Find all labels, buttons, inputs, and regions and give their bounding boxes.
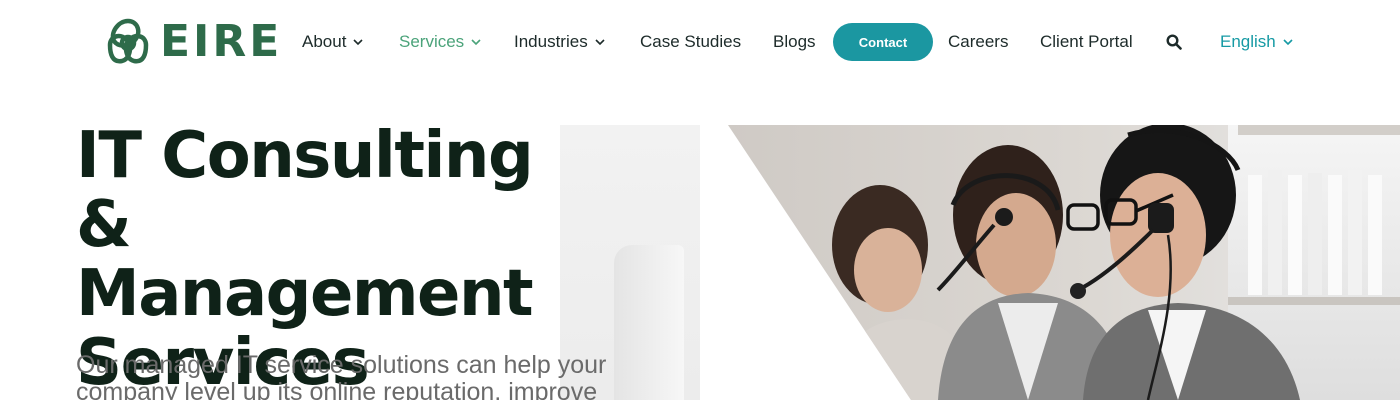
nav-item-services[interactable]: Services xyxy=(399,30,482,54)
hero-subtitle-line: Our managed IT service solutions can hel… xyxy=(76,351,607,379)
chevron-down-icon xyxy=(1283,39,1293,46)
brand-logo[interactable]: EIRE xyxy=(104,16,282,68)
nav-label: Careers xyxy=(948,32,1009,51)
hero-title-line: Management xyxy=(76,257,534,331)
chevron-down-icon xyxy=(595,39,605,46)
nav-item-client-portal[interactable]: Client Portal xyxy=(1040,30,1133,54)
hero-subtitle-line: company level up its online reputation, … xyxy=(76,378,598,400)
hero-title-line: IT Consulting & xyxy=(76,119,534,262)
contact-button[interactable]: Contact xyxy=(833,23,933,61)
nav-label: Case Studies xyxy=(640,32,742,51)
nav-item-case-studies[interactable]: Case Studies xyxy=(640,30,741,54)
brand-name: EIRE xyxy=(160,16,283,67)
nav-item-careers[interactable]: Careers xyxy=(948,30,1008,54)
chevron-down-icon xyxy=(471,39,481,46)
nav-label: Industries xyxy=(514,32,588,51)
nav-label: About xyxy=(302,32,347,51)
search-button[interactable] xyxy=(1164,32,1184,52)
celtic-knot-icon xyxy=(107,18,149,64)
nav-item-about[interactable]: About xyxy=(302,30,364,54)
nav-item-industries[interactable]: Industries xyxy=(514,30,606,54)
search-icon xyxy=(1166,34,1182,50)
language-label: English xyxy=(1220,32,1276,51)
nav-label: Blogs xyxy=(773,32,816,51)
hero-image xyxy=(728,125,1400,400)
nav-item-blogs[interactable]: Blogs xyxy=(773,30,816,54)
language-selector[interactable]: English xyxy=(1220,30,1294,54)
chevron-down-icon xyxy=(353,39,364,46)
top-navigation: EIRE About Services Industries Case Stud… xyxy=(0,0,1400,84)
nav-label: Services xyxy=(399,32,465,51)
hero-subtitle: Our managed IT service solutions can hel… xyxy=(76,352,636,400)
nav-label: Client Portal xyxy=(1040,32,1133,51)
